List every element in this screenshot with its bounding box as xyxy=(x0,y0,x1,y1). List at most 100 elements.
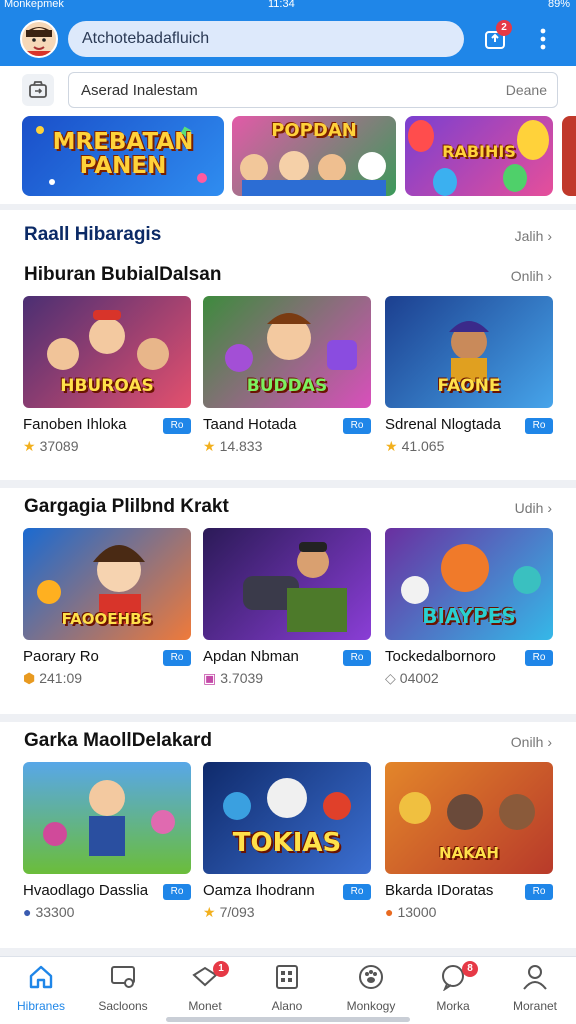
game-card[interactable]: TOKIAS Oamza Ihodrann Ro ★ 7/093 xyxy=(203,762,371,932)
scan-icon xyxy=(29,81,47,98)
section-title: Garka MaollDelakard xyxy=(24,730,212,751)
star-icon: ★ xyxy=(203,438,216,454)
game-title: Hvaodlago Dasslia xyxy=(23,882,149,899)
rating-value: 41.065 xyxy=(401,438,445,454)
section-title: Hiburan BubialDalsan xyxy=(24,264,222,285)
game-thumbnail[interactable]: FAONE xyxy=(385,296,553,408)
game-title: Tockedalbornoro xyxy=(385,648,496,665)
game-card[interactable]: Apdan Nbman Ro ▣ 3.7039 xyxy=(203,528,371,698)
game-card[interactable]: FAOOEHBS Paorary Ro Ro ⬢ 241:09 xyxy=(23,528,191,698)
game-logo-text: NAKAH xyxy=(439,844,499,862)
avatar[interactable] xyxy=(20,20,58,58)
promo-banner-carousel[interactable]: MREBATAN PANEN POPDAN RABIHIS xyxy=(0,114,576,204)
see-all-link[interactable]: Udih › xyxy=(515,500,552,516)
search-row: Deane xyxy=(0,66,576,114)
clear-search-link[interactable]: Deane xyxy=(506,82,547,98)
banner-title: MREBATAN PANEN xyxy=(52,129,194,179)
nav-label: Hibranes xyxy=(16,999,66,1013)
calendar-grid-icon xyxy=(276,965,298,989)
kebab-menu-icon xyxy=(540,28,546,50)
game-card[interactable]: Hvaodlago Dasslia Ro ● 33300 xyxy=(23,762,191,932)
game-art xyxy=(43,780,175,856)
token-icon: ● xyxy=(23,904,32,920)
game-logo-text: FAONE xyxy=(437,376,501,396)
rating-value: 37089 xyxy=(39,438,79,454)
nav-item-paw[interactable]: Monkogy xyxy=(330,963,412,1015)
search-field[interactable]: Deane xyxy=(68,72,558,108)
game-logo-text: FAOOEHBS xyxy=(61,610,153,628)
promo-banner-peek[interactable] xyxy=(562,116,576,196)
game-tag-badge: Ro xyxy=(163,418,191,434)
game-rating: ● 13000 xyxy=(385,904,436,920)
game-card[interactable]: FAONE Sdrenal Nlogtada Ro ★ 41.065 xyxy=(385,296,553,466)
game-rating: ▣ 3.7039 xyxy=(203,670,263,687)
star-icon: ★ xyxy=(203,904,216,920)
clock: 11:34 xyxy=(268,0,295,10)
game-tag-badge: Ro xyxy=(525,650,553,666)
more-menu-button[interactable] xyxy=(528,24,558,54)
game-art xyxy=(243,542,347,632)
header-search-pill[interactable]: Atchotebadafluich xyxy=(68,21,464,57)
home-indicator[interactable] xyxy=(166,1017,410,1022)
nav-item-chat[interactable]: 8 Morka xyxy=(412,961,494,1015)
nav-badge: 8 xyxy=(462,961,478,977)
banner-title: RABIHIS xyxy=(442,142,516,161)
search-input[interactable] xyxy=(81,73,481,107)
nav-label: Alano xyxy=(271,999,303,1013)
nav-label: Monkogy xyxy=(346,999,396,1013)
game-thumbnail[interactable]: BIAYPES xyxy=(385,528,553,640)
game-rating: ★ 37089 xyxy=(23,438,79,455)
nav-item-profile[interactable]: Moranet xyxy=(494,963,576,1015)
rating-value: 14.833 xyxy=(219,438,263,454)
game-logo-text: HBUROAS xyxy=(60,376,154,396)
see-all-link[interactable]: Onilh › xyxy=(511,734,552,750)
see-all-link[interactable]: Jalih › xyxy=(515,228,552,244)
star-icon: ★ xyxy=(385,438,398,454)
avatar-boy-icon xyxy=(22,22,56,56)
game-title: Bkarda IDoratas xyxy=(385,882,494,899)
rating-value: 13000 xyxy=(397,904,437,920)
nav-item-ticket[interactable]: 1 Monet xyxy=(164,961,246,1015)
scan-button[interactable] xyxy=(22,74,54,106)
game-card[interactable]: BUDDAS Taand Hotada Ro ★ 14.833 xyxy=(203,296,371,466)
game-logo-text: BIAYPES xyxy=(422,604,516,628)
game-tag-badge: Ro xyxy=(343,418,371,434)
rating-value: 33300 xyxy=(35,904,75,920)
game-thumbnail[interactable]: TOKIAS xyxy=(203,762,371,874)
promo-banner[interactable]: RABIHIS xyxy=(405,116,553,196)
rating-value: 241:09 xyxy=(39,670,83,686)
game-thumbnail[interactable]: NAKAH xyxy=(385,762,553,874)
game-rating: ★ 7/093 xyxy=(203,904,255,921)
promo-banner[interactable]: POPDAN xyxy=(232,116,396,196)
game-tag-badge: Ro xyxy=(525,884,553,900)
game-tag-badge: Ro xyxy=(163,650,191,666)
nav-item-calendar[interactable]: Alano xyxy=(246,963,328,1015)
nav-item-screen[interactable]: Sacloons xyxy=(82,963,164,1015)
game-card[interactable]: NAKAH Bkarda IDoratas Ro ● 13000 xyxy=(385,762,553,932)
banner-title: POPDAN xyxy=(271,120,357,141)
game-thumbnail[interactable]: BUDDAS xyxy=(203,296,371,408)
game-title: Fanoben Ihloka xyxy=(23,416,127,433)
nav-item-home[interactable]: Hibranes xyxy=(0,963,82,1015)
inbox-button[interactable]: 2 xyxy=(480,20,512,54)
screen-icon xyxy=(111,966,135,988)
rating-value: 04002 xyxy=(399,670,439,686)
games-section: Raall Hibaragis Jalih › Hiburan BubialDa… xyxy=(0,210,576,480)
game-title: Oamza Ihodrann xyxy=(203,882,315,899)
game-thumbnail[interactable] xyxy=(23,762,191,874)
game-title: Sdrenal Nlogtada xyxy=(385,416,501,433)
game-card[interactable]: BIAYPES Tockedalbornoro Ro ◇ 04002 xyxy=(385,528,553,698)
home-icon xyxy=(29,965,53,989)
game-logo-text: TOKIAS xyxy=(232,828,342,858)
game-thumbnail[interactable]: FAOOEHBS xyxy=(23,528,191,640)
game-thumbnail[interactable]: HBUROAS xyxy=(23,296,191,408)
nav-label: Morka xyxy=(436,999,470,1013)
see-all-link[interactable]: Onlih › xyxy=(511,268,552,284)
game-logo-text: BUDDAS xyxy=(246,376,328,396)
game-card[interactable]: HBUROAS Fanoben Ihloka Ro ★ 37089 xyxy=(23,296,191,466)
game-thumbnail[interactable] xyxy=(203,528,371,640)
promo-banner[interactable]: MREBATAN PANEN xyxy=(22,116,224,196)
coin-icon: ⬢ xyxy=(23,670,36,686)
puzzle-icon: ◇ xyxy=(385,670,396,686)
game-rating: ★ 14.833 xyxy=(203,438,262,455)
